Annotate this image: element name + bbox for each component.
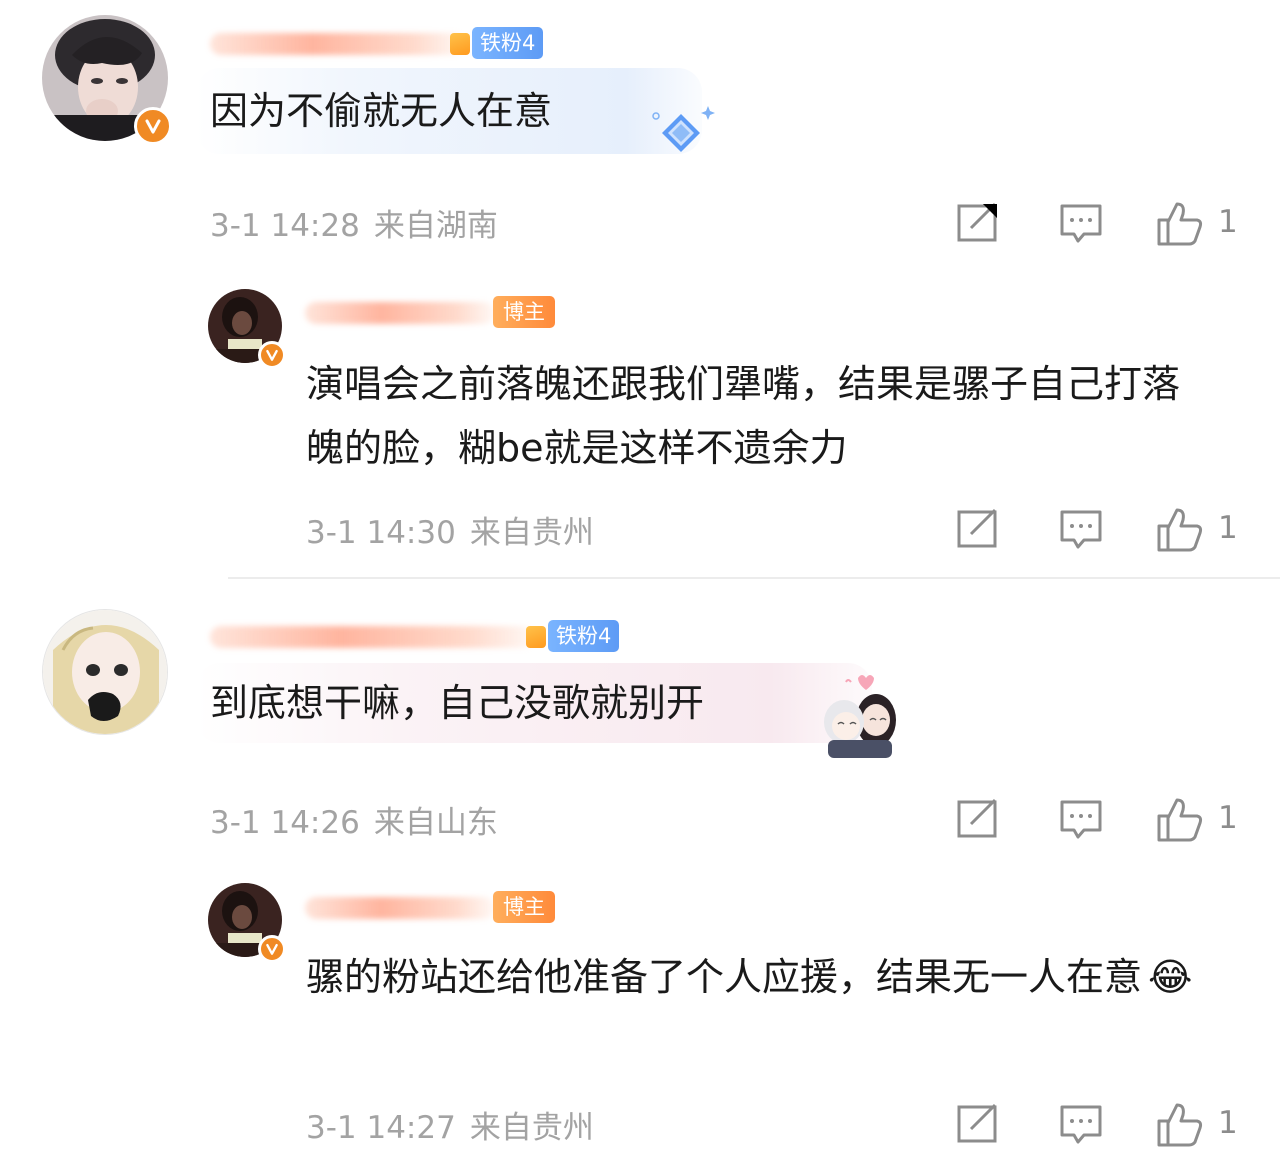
host-badge-label: 博主 <box>503 300 545 324</box>
comment-text: 到底想干嘛，自己没歌就别开 <box>210 681 705 725</box>
avatar[interactable] <box>42 609 168 735</box>
like-count: 1 <box>1218 204 1238 240</box>
username-blurred[interactable] <box>305 897 495 919</box>
username-row[interactable]: 铁粉4 <box>210 620 630 656</box>
fan-level-badge[interactable]: 铁粉4 <box>526 620 620 652</box>
reply-item[interactable]: 博主 骡的粉站还给他准备了个人应援，结果无一人在意 😂 3-1 14:27 来自贵州… <box>0 875 1280 1165</box>
comment-item[interactable]: 铁粉4 到底想干嘛，自己没歌就别开 3-1 14:26 来自山东 1 <box>0 590 1280 850</box>
fan-badge-label: 铁粉4 <box>480 31 536 55</box>
comment-item[interactable]: 铁粉4 因为不偷就无人在意 3-1 14:28 来自湖南 1 <box>0 0 1280 260</box>
repost-icon[interactable] <box>955 796 1001 846</box>
fan-level-icon <box>526 626 546 648</box>
comment-time: 3-1 14:28 <box>210 208 360 244</box>
comment-icon[interactable] <box>1058 796 1104 846</box>
avatar-image <box>42 609 168 735</box>
divider <box>228 577 1280 579</box>
comment-bubble[interactable]: 到底想干嘛，自己没歌就别开 <box>196 663 872 743</box>
verified-v-icon <box>258 935 286 963</box>
reply-item[interactable]: 博主 演唱会之前落魄还跟我们犟嘴，结果是骡子自己打落魄的脸，糊be就是这样不遗余… <box>0 280 1280 570</box>
avatar[interactable] <box>208 289 286 369</box>
like-count: 1 <box>1218 510 1238 546</box>
comment-meta: 3-1 14:30 来自贵州 <box>306 507 594 552</box>
comment-time: 3-1 14:30 <box>306 515 456 551</box>
like-icon[interactable] <box>1155 506 1205 558</box>
username-row[interactable]: 铁粉4 <box>210 27 550 63</box>
comment-text: 骡的粉站还给他准备了个人应援，结果无一人在意 😂 <box>306 945 1206 1009</box>
like-count: 1 <box>1218 800 1238 836</box>
username-blurred[interactable] <box>210 626 535 648</box>
comment-meta: 3-1 14:27 来自贵州 <box>306 1102 594 1147</box>
comment-time: 3-1 14:27 <box>306 1110 456 1146</box>
like-icon[interactable] <box>1155 1101 1205 1153</box>
like-icon[interactable] <box>1155 796 1205 848</box>
like-icon[interactable] <box>1155 200 1205 252</box>
like-count: 1 <box>1218 1105 1238 1141</box>
username-row[interactable]: 博主 <box>305 891 555 927</box>
comment-bubble[interactable]: 因为不偷就无人在意 <box>196 68 702 154</box>
host-badge[interactable]: 博主 <box>493 296 555 328</box>
diamond-sticker-icon <box>648 100 718 164</box>
comment-icon[interactable] <box>1058 200 1104 250</box>
comment-icon[interactable] <box>1058 506 1104 556</box>
repost-icon[interactable] <box>955 506 1001 556</box>
verified-v-icon <box>258 341 286 369</box>
comment-meta: 3-1 14:26 来自山东 <box>210 797 498 842</box>
comment-actions: 1 <box>955 200 1255 250</box>
comment-text: 因为不偷就无人在意 <box>210 89 553 133</box>
comment-text-body: 骡的粉站还给他准备了个人应援，结果无一人在意 <box>306 955 1143 999</box>
comment-thread: 铁粉4 因为不偷就无人在意 3-1 14:28 来自湖南 1 博主 演唱会之前落… <box>0 0 1280 1176</box>
username-row[interactable]: 博主 <box>305 296 555 332</box>
verified-v-icon <box>134 107 172 145</box>
host-badge-label: 博主 <box>503 895 545 919</box>
host-badge[interactable]: 博主 <box>493 891 555 923</box>
comment-actions: 1 <box>955 1101 1255 1151</box>
comment-time: 3-1 14:26 <box>210 805 360 841</box>
repost-icon[interactable] <box>955 1101 1001 1151</box>
comment-actions: 1 <box>955 506 1255 556</box>
comment-location: 来自湖南 <box>373 208 498 244</box>
comment-location: 来自贵州 <box>469 515 594 551</box>
fan-level-icon <box>450 33 470 55</box>
repost-icon[interactable] <box>955 200 1001 250</box>
fan-badge-label: 铁粉4 <box>556 624 612 648</box>
avatar[interactable] <box>42 15 172 145</box>
laughing-tears-emoji-icon: 😂 <box>1148 955 1193 999</box>
comment-meta: 3-1 14:28 来自湖南 <box>210 200 498 245</box>
fan-level-badge[interactable]: 铁粉4 <box>450 27 544 59</box>
comment-location: 来自贵州 <box>469 1110 594 1146</box>
username-blurred[interactable] <box>305 302 495 324</box>
comment-icon[interactable] <box>1058 1101 1104 1151</box>
couple-sticker-icon <box>818 668 900 758</box>
comment-actions: 1 <box>955 796 1255 846</box>
avatar[interactable] <box>208 883 286 963</box>
username-blurred[interactable] <box>210 33 465 55</box>
comment-location: 来自山东 <box>373 805 498 841</box>
comment-text: 演唱会之前落魄还跟我们犟嘴，结果是骡子自己打落魄的脸，糊be就是这样不遗余力 <box>306 362 1181 470</box>
